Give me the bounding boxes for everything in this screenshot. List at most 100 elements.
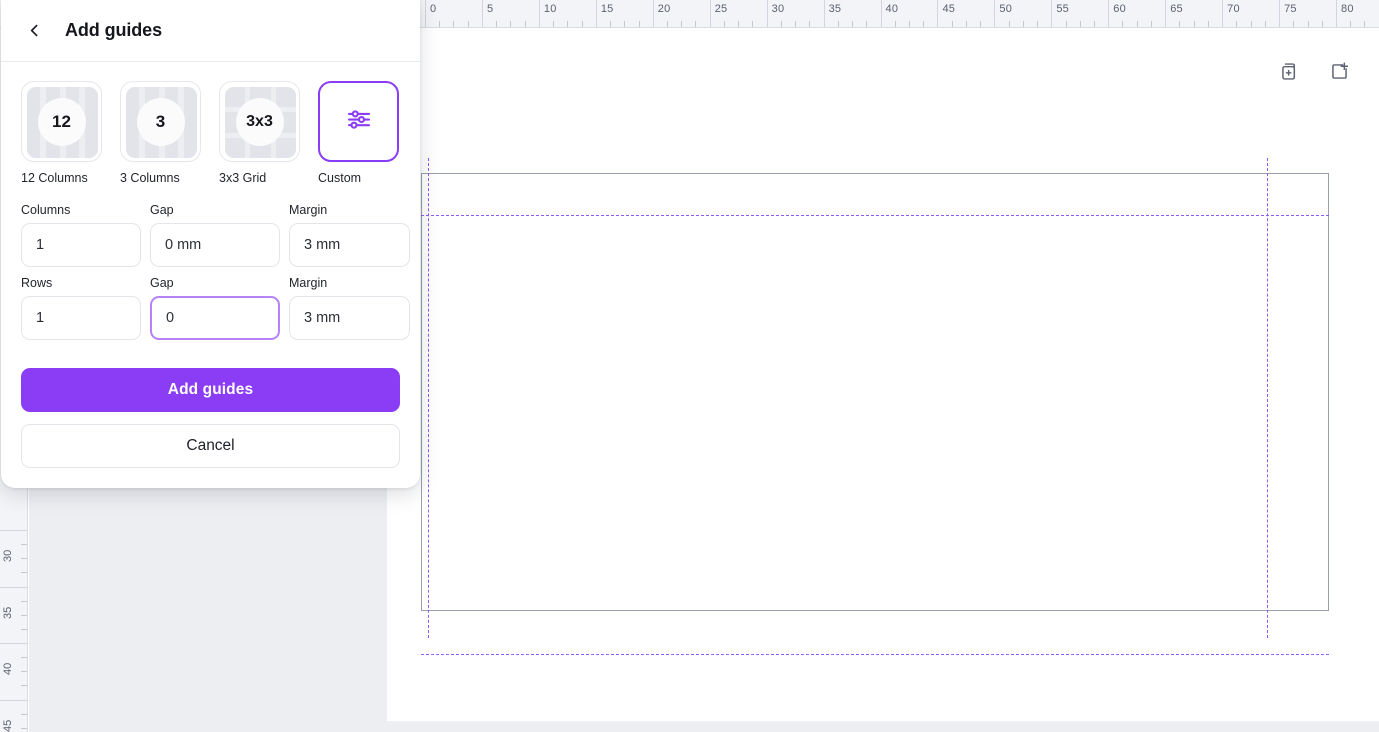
ruler-minor-tick: [1179, 21, 1181, 27]
rows-margin-input[interactable]: [289, 296, 410, 340]
ruler-tick: [766, 0, 768, 27]
preset-12-columns[interactable]: 12 12 Columns: [21, 81, 102, 185]
ruler-minor-tick: [1122, 21, 1124, 27]
preset-3x3-grid[interactable]: 3x3 3x3 Grid: [219, 81, 300, 185]
ruler-tick: [880, 0, 882, 27]
ruler-minor-tick: [21, 657, 27, 659]
ruler-minor-tick: [795, 21, 797, 27]
rows-margin-field-group: Margin: [289, 276, 410, 340]
preset-label: 3 Columns: [120, 171, 180, 185]
document-surface: [387, 29, 1379, 721]
ruler-minor-tick: [1094, 21, 1096, 27]
ruler-minor-tick: [624, 21, 626, 27]
ruler-label: 40: [2, 662, 14, 675]
rows-field-row: Rows Gap Margin: [21, 276, 410, 340]
cancel-button[interactable]: Cancel: [21, 424, 400, 468]
ruler-minor-tick: [1037, 21, 1039, 27]
ruler-minor-tick: [21, 572, 27, 574]
ruler-minor-tick: [21, 614, 27, 616]
ruler-minor-tick: [21, 544, 27, 546]
ruler-label: 45: [2, 719, 14, 732]
ruler-minor-tick: [1293, 21, 1295, 27]
columns-margin-label: Margin: [289, 203, 328, 217]
columns-gap-field-group: Gap: [150, 203, 280, 267]
ruler-minor-tick: [553, 21, 555, 27]
add-guides-button[interactable]: Add guides: [21, 368, 400, 412]
ruler-minor-tick: [510, 21, 512, 27]
page-title: Add guides: [65, 19, 162, 40]
ruler-minor-tick: [567, 21, 569, 27]
ruler-minor-tick: [21, 671, 27, 673]
rows-gap-input[interactable]: [150, 296, 280, 340]
ruler-minor-tick: [1008, 21, 1010, 27]
ruler-label: 50: [999, 3, 1013, 15]
preset-label: 3x3 Grid: [219, 171, 267, 185]
ruler-minor-tick: [610, 21, 612, 27]
ruler-tick: [1279, 0, 1281, 27]
add-page-icon[interactable]: [1323, 56, 1355, 88]
page-area[interactable]: [387, 114, 1379, 721]
ruler-minor-tick: [21, 685, 27, 687]
columns-gap-input[interactable]: [150, 223, 280, 267]
ruler-label: 80: [1341, 3, 1354, 15]
preset-badge: 12: [37, 97, 86, 146]
ruler-tick: [538, 0, 540, 27]
ruler-tick: [1051, 0, 1053, 27]
columns-input[interactable]: [21, 223, 141, 267]
chevron-left-icon[interactable]: [21, 17, 47, 43]
ruler-minor-tick: [21, 558, 27, 560]
ruler-minor-tick: [581, 21, 583, 27]
ruler-tick: [937, 0, 939, 27]
page-sheet[interactable]: [421, 173, 1329, 611]
ruler-label: 30: [2, 549, 14, 562]
ruler-minor-tick: [894, 21, 896, 27]
ruler-tick: [823, 0, 825, 27]
ruler-label: 35: [828, 3, 842, 15]
ruler-minor-tick: [1193, 21, 1195, 27]
ruler-tick: [595, 0, 597, 27]
sliders-icon: [344, 104, 374, 139]
ruler-tick: [994, 0, 996, 27]
ruler-minor-tick: [1079, 21, 1081, 27]
ruler-minor-tick: [21, 727, 27, 729]
ruler-minor-tick: [1364, 21, 1366, 27]
ruler-minor-tick: [908, 21, 910, 27]
ruler-minor-tick: [681, 21, 683, 27]
ruler-minor-tick: [1136, 21, 1138, 27]
preset-label: Custom: [318, 171, 362, 185]
ruler-minor-tick: [21, 628, 27, 630]
ruler-tick: [0, 699, 27, 701]
ruler-minor-tick: [951, 21, 953, 27]
ruler-minor-tick: [21, 600, 27, 602]
preset-custom[interactable]: Custom: [318, 81, 399, 185]
ruler-tick: [0, 586, 27, 588]
ruler-minor-tick: [1264, 21, 1266, 27]
duplicate-page-icon[interactable]: [1273, 56, 1305, 88]
ruler-tick: [425, 0, 426, 27]
ruler-minor-tick: [852, 21, 854, 27]
ruler-label: 5: [486, 3, 494, 15]
ruler-tick: [0, 643, 27, 644]
ruler-minor-tick: [866, 21, 868, 27]
preset-card[interactable]: 3: [120, 81, 201, 162]
preset-card[interactable]: [318, 81, 399, 162]
ruler-minor-tick: [1350, 21, 1352, 27]
ruler-minor-tick: [723, 21, 725, 27]
ruler-label: 55: [1056, 3, 1069, 15]
ruler-minor-tick: [1250, 21, 1252, 27]
guide-presets: 12 12 Columns 3 3 Columns 3x3 3x3 Grid C…: [21, 81, 400, 185]
rows-margin-label: Margin: [289, 276, 328, 290]
panel-body: 12 12 Columns 3 3 Columns 3x3 3x3 Grid C…: [1, 62, 420, 488]
rows-input[interactable]: [21, 296, 141, 340]
ruler-label: 35: [2, 606, 14, 619]
columns-margin-input[interactable]: [289, 223, 410, 267]
ruler-minor-tick: [1022, 21, 1024, 27]
preset-card[interactable]: 12: [21, 81, 102, 162]
ruler-tick: [1165, 0, 1167, 27]
preset-3-columns[interactable]: 3 3 Columns: [120, 81, 201, 185]
ruler-minor-tick: [666, 21, 668, 27]
ruler-label: 45: [942, 3, 956, 15]
horizontal-guide[interactable]: [421, 654, 1329, 655]
ruler-minor-tick: [965, 21, 967, 27]
preset-card[interactable]: 3x3: [219, 81, 300, 162]
